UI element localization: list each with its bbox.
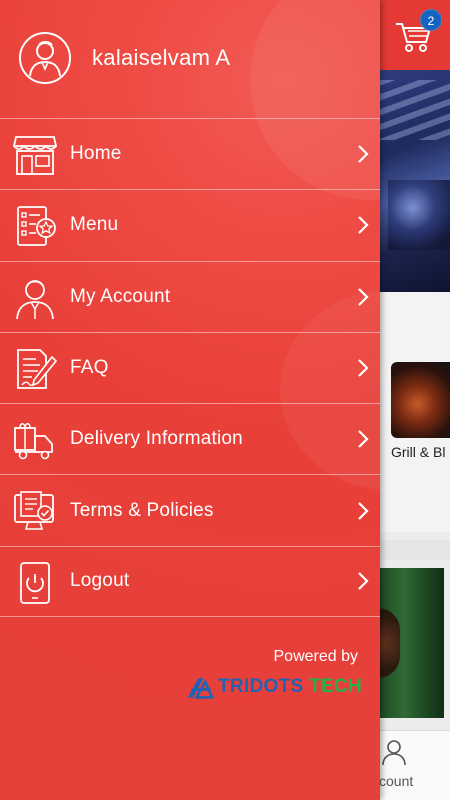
- section-divider: [378, 540, 450, 560]
- user-avatar-icon: [19, 32, 71, 84]
- product-caption: Grill & Bl: [391, 444, 446, 460]
- faq-icon: [17, 348, 58, 389]
- delivery-truck-icon: [14, 423, 53, 460]
- menu-item-faq[interactable]: FAQ: [0, 331, 380, 403]
- chevron-right-icon: [358, 359, 369, 377]
- menu-item-terms-policies[interactable]: Terms & Policies: [0, 474, 380, 545]
- user-name: kalaiselvam A: [92, 45, 231, 70]
- menu-item-label: Logout: [70, 570, 130, 592]
- menu-item-logout[interactable]: Logout: [0, 545, 380, 618]
- chevron-right-icon: [358, 430, 369, 449]
- chevron-right-icon: [358, 145, 369, 163]
- menu-item-label: Menu: [70, 214, 119, 236]
- brand-name-part1: TRIDOTS: [217, 676, 304, 697]
- menu-item-label: FAQ: [70, 357, 109, 379]
- chevron-right-icon: [358, 216, 369, 235]
- menu-item-delivery-information[interactable]: Delivery Information: [0, 403, 380, 474]
- menu-item-label: My Account: [70, 285, 171, 307]
- chevron-right-icon: [358, 287, 369, 306]
- powered-by-label: Powered by: [273, 648, 359, 665]
- chevron-right-icon: [358, 501, 369, 520]
- cart-badge: 2: [420, 9, 442, 31]
- banner-image[interactable]: [378, 70, 450, 292]
- brand-logo[interactable]: TRIDOTS TECH: [186, 672, 362, 702]
- chevron-right-icon: [358, 572, 369, 591]
- shop-icon: [12, 136, 58, 175]
- menu-item-label: Delivery Information: [70, 428, 243, 450]
- drawer-header: kalaiselvam A: [0, 0, 380, 118]
- menu-item-home[interactable]: Home: [0, 118, 380, 189]
- menu-item-my-account[interactable]: My Account: [0, 260, 380, 332]
- terms-policies-icon: [14, 491, 54, 531]
- navigation-drawer: kalaiselvam A Home Menu My Account FAQ D…: [0, 0, 380, 800]
- drawer-menu: Home Menu My Account FAQ Delivery Inform…: [0, 118, 380, 618]
- menu-item-label: Home: [70, 143, 122, 165]
- product-image[interactable]: [378, 568, 444, 718]
- brand-name-part2: TECH: [309, 676, 362, 697]
- menu-item-menu[interactable]: Menu: [0, 189, 380, 260]
- tridots-logo-icon: [187, 678, 214, 699]
- menu-item-label: Terms & Policies: [70, 499, 214, 521]
- account-nav-icon[interactable]: [380, 738, 408, 766]
- logout-power-icon: [20, 561, 50, 604]
- account-icon: [16, 279, 54, 319]
- menu-list-icon: [17, 206, 56, 247]
- product-thumbnail[interactable]: [391, 362, 450, 438]
